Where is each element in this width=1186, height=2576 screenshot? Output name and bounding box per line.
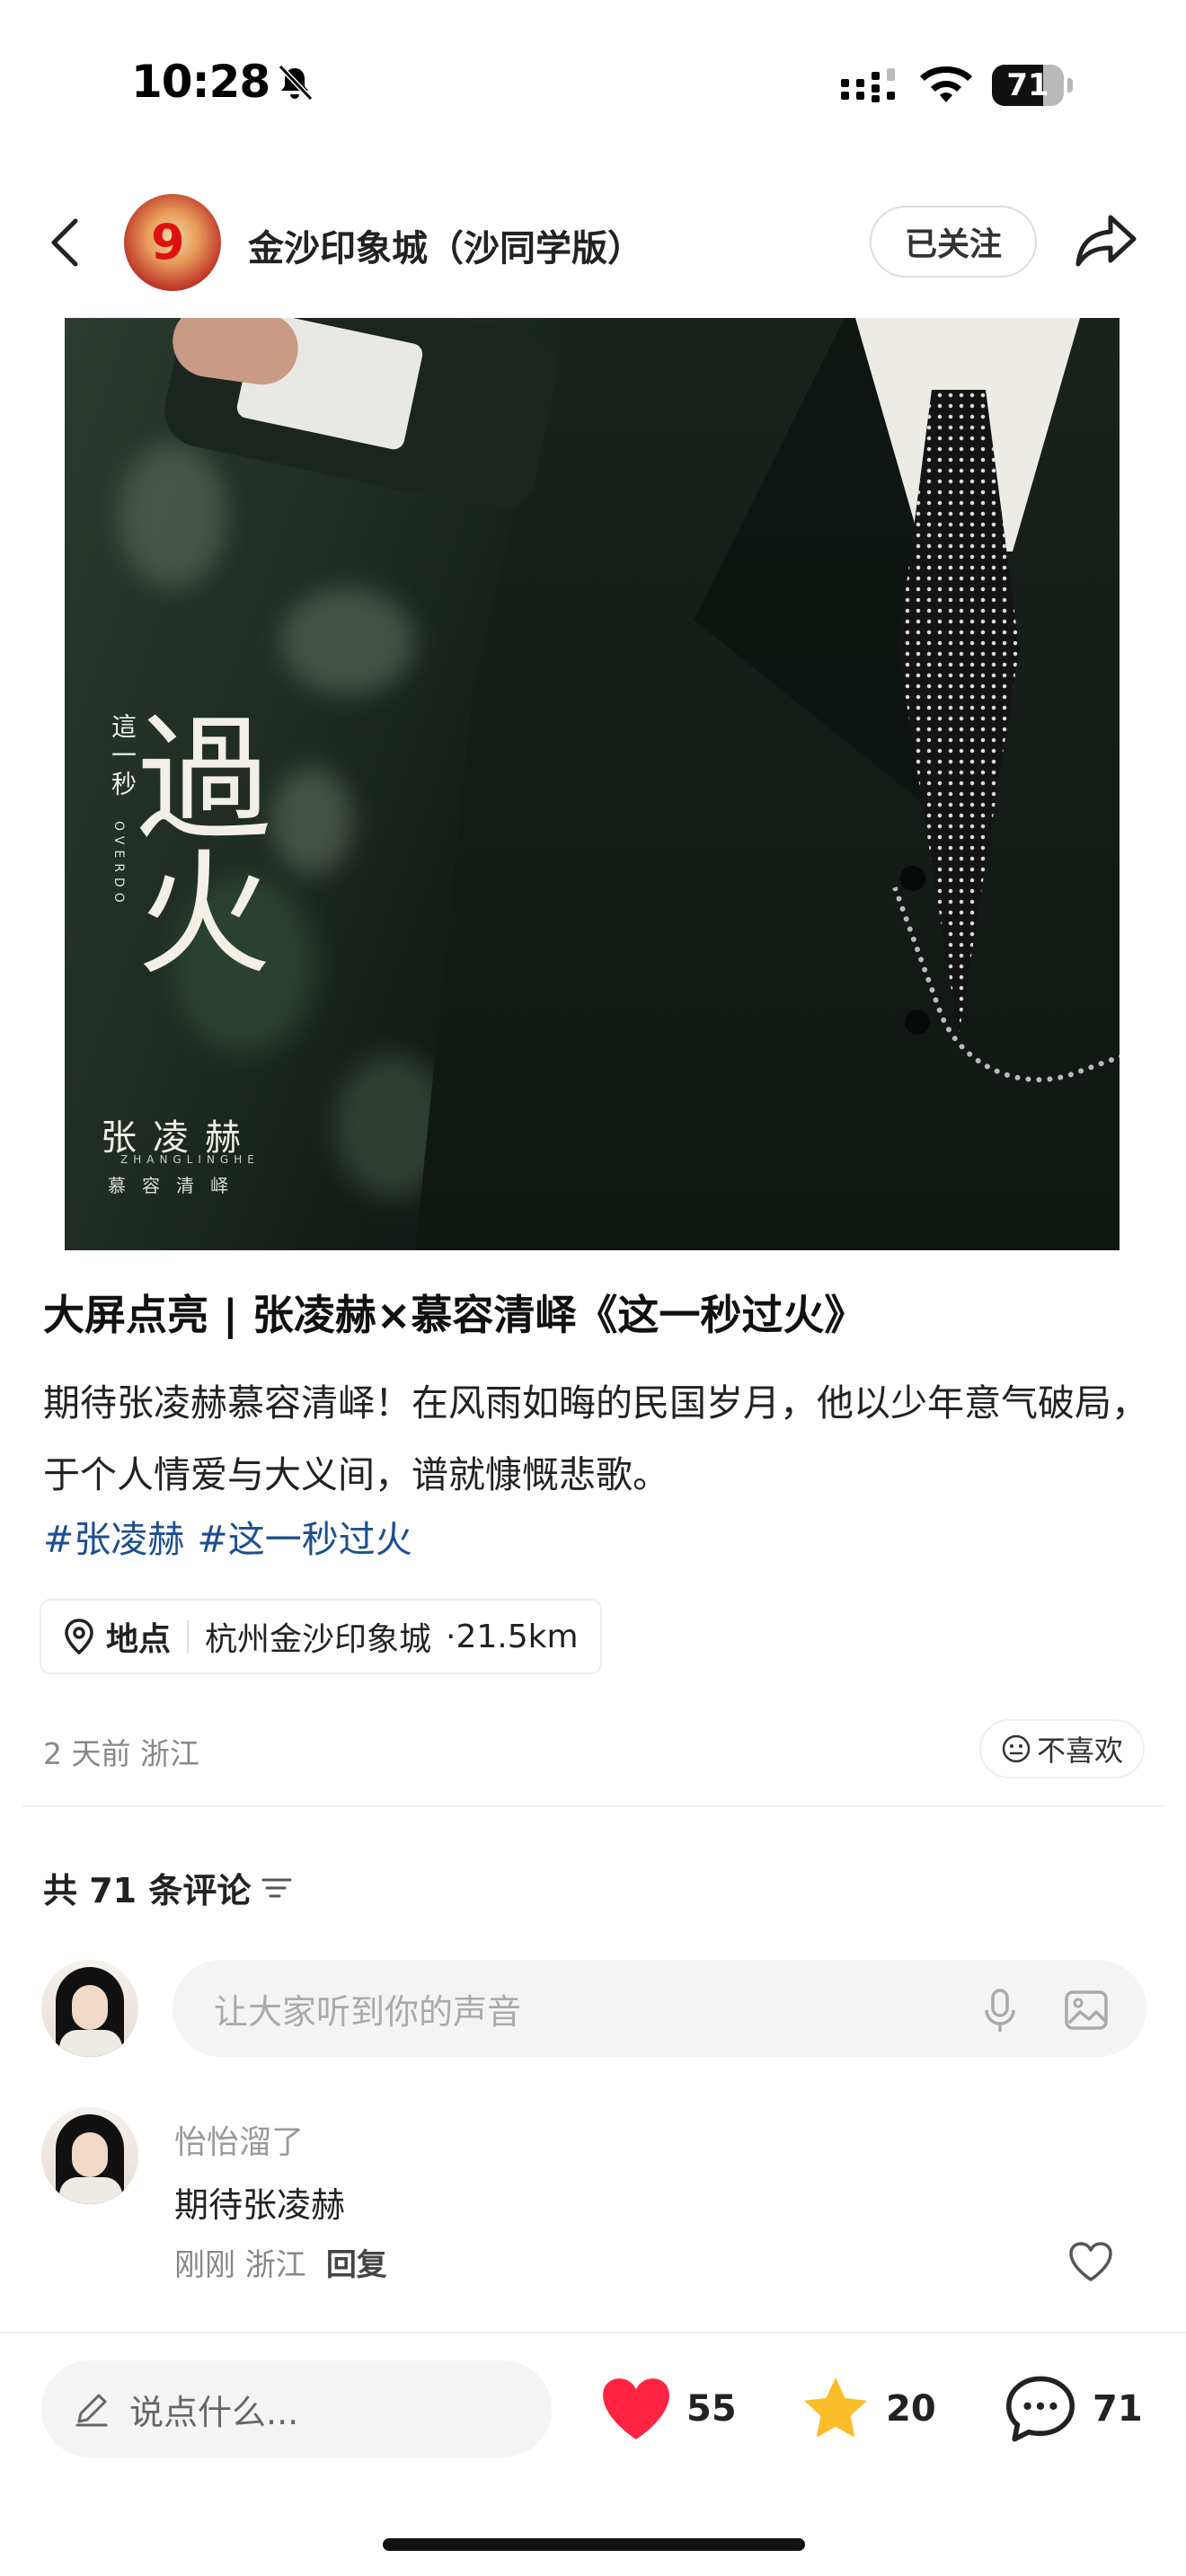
image-icon[interactable] <box>1064 1989 1109 2032</box>
like-button[interactable]: 55 <box>600 2371 737 2447</box>
star-count: 20 <box>886 2388 936 2430</box>
location-distance: ·21.5km <box>446 1618 579 1655</box>
dislike-button[interactable]: 不喜欢 <box>979 1719 1145 1778</box>
say-something-input[interactable]: 说点什么... <box>41 2360 552 2457</box>
heart-icon <box>603 2378 669 2439</box>
bell-slash-icon <box>278 64 314 101</box>
comment-time: 刚刚 浙江 <box>174 2247 306 2283</box>
account-name[interactable]: 金沙印象城（沙同学版） <box>248 219 643 271</box>
divider <box>22 1805 1164 1807</box>
divider <box>0 2332 1186 2333</box>
commenter-avatar[interactable] <box>41 2107 138 2204</box>
account-avatar[interactable]: 9 <box>124 194 221 291</box>
star-button[interactable]: 20 <box>800 2371 936 2447</box>
sort-icon[interactable] <box>261 1875 292 1901</box>
say-something-placeholder: 说点什么... <box>129 2392 299 2432</box>
post-time: 2 天前 浙江 <box>43 1736 199 1771</box>
hashtag[interactable]: #张凌赫 <box>43 1518 184 1561</box>
post-image[interactable]: 這一秒 OVERDO 過 火 张凌赫 ZHANGLINGHE 慕容清峄 <box>65 318 1120 1250</box>
dislike-label: 不喜欢 <box>1036 1734 1123 1768</box>
poster-title-char-2: 火 <box>137 837 272 993</box>
heart-outline-icon[interactable] <box>1067 2240 1114 2283</box>
back-icon[interactable] <box>47 216 83 269</box>
signal-icon <box>841 68 895 102</box>
hashtags: #张凌赫 #这一秒过火 <box>43 1509 425 1563</box>
comment-icon <box>1006 2376 1075 2442</box>
pencil-icon <box>75 2394 108 2427</box>
poster-role: 慕容清峄 <box>108 1175 244 1196</box>
share-icon[interactable] <box>1075 212 1137 269</box>
my-avatar[interactable] <box>41 1960 138 2057</box>
comment-count-bottom: 71 <box>1093 2388 1143 2430</box>
poster-artist-en: ZHANGLINGHE <box>120 1153 260 1166</box>
location-name: 杭州金沙印象城 <box>205 1621 432 1658</box>
comment-text: 期待张凌赫 <box>174 2185 346 2225</box>
wifi-icon <box>920 66 972 102</box>
reply-button[interactable]: 回复 <box>326 2247 387 2283</box>
pin-icon <box>65 1619 93 1655</box>
like-count: 55 <box>686 2388 737 2430</box>
comment-meta: 刚刚 浙江 回复 <box>174 2240 387 2284</box>
mic-icon[interactable] <box>979 1987 1021 2035</box>
poster-subtitle: 這一秒 <box>108 713 137 799</box>
poster-overdo: OVERDO <box>111 821 126 908</box>
status-time: 10:28 <box>131 56 270 108</box>
battery-icon: 71 <box>992 65 1075 106</box>
neutral-face-icon <box>1002 1734 1031 1763</box>
follow-button[interactable]: 已关注 <box>870 206 1037 278</box>
star-icon <box>804 2378 867 2438</box>
home-indicator[interactable] <box>383 2538 805 2551</box>
post-title: 大屏点亮 | 张凌赫×慕容清峄《这一秒过火》 <box>43 1291 866 1339</box>
location-chip[interactable]: 地点 杭州金沙印象城 ·21.5km <box>40 1599 602 1674</box>
comment-count[interactable]: 共 71 条评论 <box>43 1863 292 1912</box>
hashtag[interactable]: #这一秒过火 <box>197 1518 412 1561</box>
comment-username[interactable]: 怡怡溜了 <box>174 2116 304 2163</box>
poster-title-char-1: 過 <box>137 702 272 859</box>
location-label: 地点 <box>106 1621 172 1658</box>
comment-button[interactable]: 71 <box>1003 2371 1143 2447</box>
post-body: 期待张凌赫慕容清峄！在风雨如晦的民国岁月，他以少年意气破局，于个人情爱与大义间，… <box>43 1381 1148 1496</box>
comment-count-label: 共 71 条评论 <box>43 1871 252 1910</box>
